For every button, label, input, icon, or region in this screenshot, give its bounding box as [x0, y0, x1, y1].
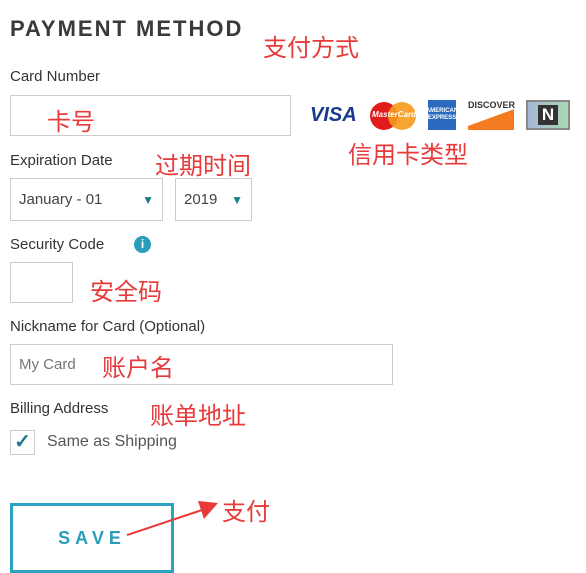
save-label: SAVE [58, 528, 126, 548]
security-code-label: Security Code [10, 236, 105, 253]
annotation-billing: 账单地址 [150, 402, 246, 430]
same-as-shipping-checkbox[interactable]: ✓ [10, 430, 35, 455]
year-value: 2019 [184, 191, 218, 208]
nickname-input[interactable] [10, 344, 393, 385]
mastercard-logo: MasterCard [370, 100, 416, 130]
billing-label: Billing Address [10, 400, 109, 417]
discover-logo: DISCOVER [468, 100, 515, 130]
card-number-input[interactable] [10, 95, 291, 136]
same-as-shipping-label[interactable]: Same as Shipping [47, 433, 177, 451]
nickname-label: Nickname for Card (Optional) [10, 318, 206, 335]
info-icon[interactable]: i [134, 236, 151, 253]
chevron-down-icon: ▼ [142, 192, 154, 207]
card-type-logos: VISA MasterCard American Express DISCOVE… [310, 100, 570, 130]
annotation-save: 支付 [222, 498, 270, 526]
annotation-card-types: 信用卡类型 [348, 141, 468, 169]
expiration-label: Expiration Date [10, 152, 113, 169]
amex-logo: American Express [428, 100, 456, 130]
chevron-down-icon: ▼ [231, 192, 243, 207]
annotation-expiration: 过期时间 [155, 152, 251, 180]
expiration-year-select[interactable]: 2019 ▼ [175, 178, 252, 221]
annotation-arrow [126, 501, 218, 536]
month-value: January - 01 [19, 191, 103, 208]
card-number-label: Card Number [10, 68, 101, 85]
page-title: PAYMENT METHOD [10, 16, 244, 41]
security-code-input[interactable] [10, 262, 73, 303]
annotation-security: 安全码 [90, 278, 162, 306]
n-card-logo: N [526, 100, 570, 130]
annotation-title: 支付方式 [263, 34, 359, 62]
visa-logo: VISA [310, 104, 357, 126]
expiration-month-select[interactable]: January - 01 ▼ [10, 178, 163, 221]
